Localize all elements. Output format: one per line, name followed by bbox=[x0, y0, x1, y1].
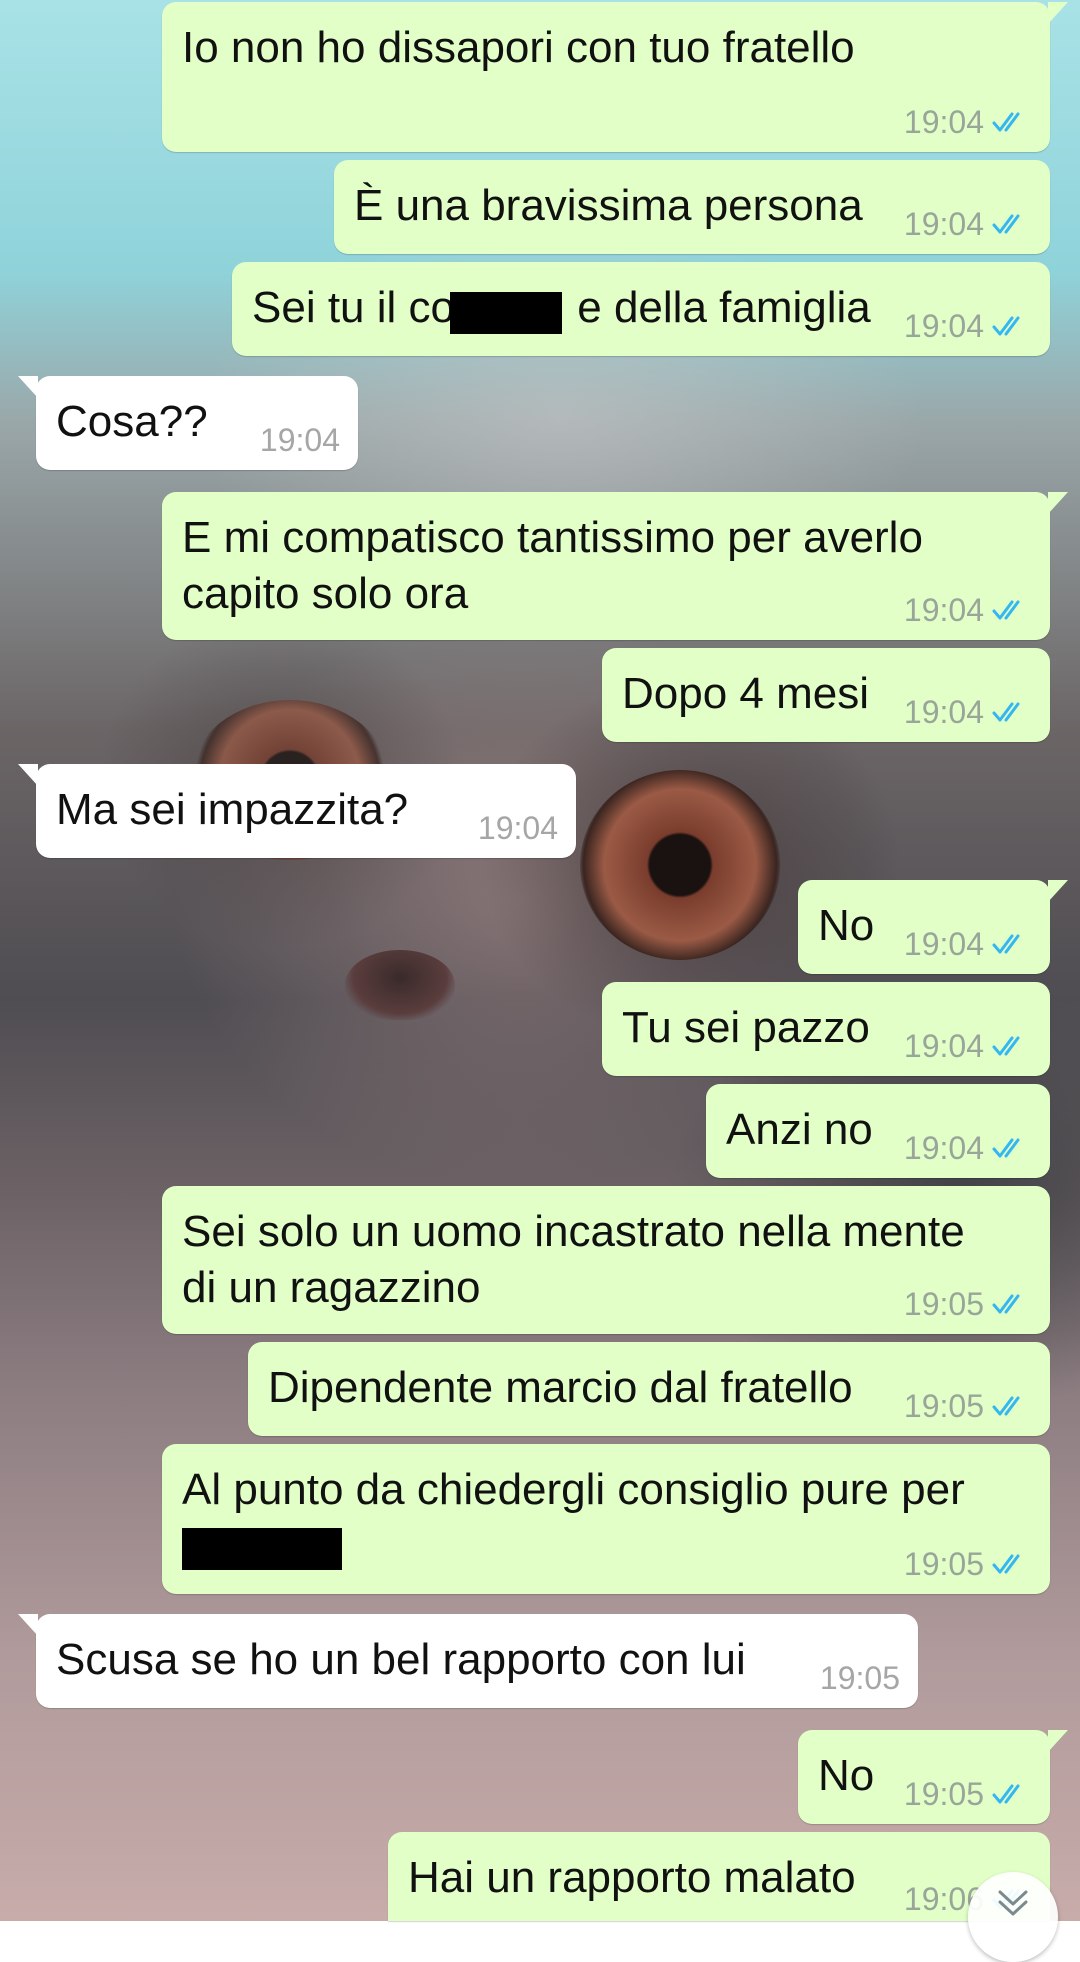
read-ticks-icon bbox=[992, 1138, 1020, 1158]
message-text: E mi compatisco tantissimo per averlo ca… bbox=[182, 513, 923, 618]
message-bubble-incoming[interactable]: Cosa?? 19:04 bbox=[18, 376, 358, 470]
message-meta: 19:04 bbox=[904, 102, 1032, 142]
message-meta: 19:04 bbox=[904, 590, 1032, 630]
message-meta: 19:04 bbox=[904, 306, 1032, 346]
message-text: Al punto da chiedergli consiglio pure pe… bbox=[182, 1465, 965, 1514]
message-time: 19:05 bbox=[903, 1546, 984, 1582]
message-time: 19:05 bbox=[819, 1660, 900, 1696]
bubble-tail bbox=[18, 376, 38, 398]
read-ticks-icon bbox=[992, 112, 1020, 132]
read-ticks-icon bbox=[992, 702, 1020, 722]
message-text: Ma sei impazzita? bbox=[56, 785, 409, 834]
message-meta: 19:05 bbox=[904, 1386, 1032, 1426]
message-bubble-incoming[interactable]: Ma sei impazzita? 19:04 bbox=[18, 764, 576, 858]
message-bubble-outgoing[interactable]: Al punto da chiedergli consiglio pure pe… bbox=[162, 1444, 1050, 1594]
redaction-bar bbox=[182, 1528, 342, 1570]
message-time: 19:05 bbox=[903, 1286, 984, 1322]
read-ticks-icon bbox=[992, 214, 1020, 234]
chat-conversation[interactable]: Io non ho dissapori con tuo fratello 19:… bbox=[0, 0, 1080, 1962]
message-bubble-outgoing[interactable]: No 19:04 bbox=[798, 880, 1068, 974]
message-time: 19:04 bbox=[903, 1028, 984, 1064]
message-time: 19:05 bbox=[903, 1776, 984, 1812]
message-time: 19:04 bbox=[903, 104, 984, 140]
read-ticks-icon bbox=[992, 316, 1020, 336]
read-ticks-icon bbox=[992, 1784, 1020, 1804]
message-text: Tu sei pazzo bbox=[622, 1003, 870, 1052]
message-meta: 19:04 bbox=[904, 924, 1032, 964]
bubble-tail bbox=[1048, 1730, 1068, 1752]
message-text: Scusa se ho un bel rapporto con lui bbox=[56, 1635, 746, 1684]
message-meta: 19:04 bbox=[478, 808, 558, 848]
bubble-tail bbox=[1048, 880, 1068, 902]
message-time: 19:04 bbox=[903, 1130, 984, 1166]
bubble-tail bbox=[1048, 492, 1068, 514]
message-meta: 19:04 bbox=[260, 420, 340, 460]
message-bubble-outgoing[interactable]: E mi compatisco tantissimo per averlo ca… bbox=[162, 492, 1068, 640]
message-bubble-outgoing[interactable]: È una bravissima persona 19:04 bbox=[334, 160, 1050, 254]
message-meta: 19:04 bbox=[904, 204, 1032, 244]
scroll-to-bottom-button[interactable] bbox=[968, 1872, 1058, 1962]
message-time: 19:05 bbox=[903, 1388, 984, 1424]
message-text: Anzi no bbox=[726, 1105, 873, 1154]
chevron-down-icon bbox=[998, 1890, 1028, 1916]
message-bubble-outgoing[interactable]: Sei tu il cog e della famiglia 19:04 bbox=[232, 262, 1050, 356]
message-meta: 19:05 bbox=[904, 1774, 1032, 1814]
message-bubble-outgoing[interactable]: Sei solo un uomo incastrato nella mente … bbox=[162, 1186, 1050, 1334]
message-meta: 19:04 bbox=[904, 1128, 1032, 1168]
message-meta: 19:05 bbox=[820, 1658, 900, 1698]
message-text: Sei solo un uomo incastrato nella mente … bbox=[182, 1207, 965, 1312]
read-ticks-icon bbox=[992, 1396, 1020, 1416]
message-bubble-outgoing[interactable]: No 19:05 bbox=[798, 1730, 1068, 1824]
message-text: Cosa?? bbox=[56, 397, 208, 446]
message-text: Dopo 4 mesi bbox=[622, 669, 870, 718]
read-ticks-icon bbox=[992, 1294, 1020, 1314]
message-time: 19:04 bbox=[477, 810, 558, 846]
message-time: 19:04 bbox=[903, 592, 984, 628]
message-time: 19:04 bbox=[903, 308, 984, 344]
bubble-tail bbox=[18, 1614, 38, 1636]
read-ticks-icon bbox=[992, 1036, 1020, 1056]
message-time: 19:04 bbox=[259, 422, 340, 458]
message-text: Dipendente marcio dal fratello bbox=[268, 1363, 853, 1412]
message-meta: 19:04 bbox=[904, 692, 1032, 732]
message-time: 19:04 bbox=[903, 206, 984, 242]
message-bubble-outgoing[interactable]: Dopo 4 mesi 19:04 bbox=[602, 648, 1050, 742]
read-ticks-icon bbox=[992, 600, 1020, 620]
message-text: Io non ho dissapori con tuo fratello bbox=[182, 23, 855, 72]
message-time: 19:04 bbox=[903, 926, 984, 962]
message-text: Hai un rapporto malato bbox=[408, 1853, 856, 1902]
read-ticks-icon bbox=[992, 934, 1020, 954]
message-bubble-outgoing[interactable]: Tu sei pazzo 19:04 bbox=[602, 982, 1050, 1076]
message-bubble-outgoing[interactable]: Io non ho dissapori con tuo fratello 19:… bbox=[162, 2, 1068, 152]
message-bubble-outgoing[interactable]: Hai un rapporto malato 19:06 bbox=[388, 1832, 1050, 1921]
message-meta: 19:05 bbox=[904, 1284, 1032, 1324]
redaction-bar bbox=[450, 292, 562, 334]
message-time: 19:04 bbox=[903, 694, 984, 730]
message-text: No bbox=[818, 901, 875, 950]
bubble-tail bbox=[1048, 2, 1068, 24]
read-ticks-icon bbox=[992, 1554, 1020, 1574]
message-bubble-outgoing[interactable]: Dipendente marcio dal fratello 19:05 bbox=[248, 1342, 1050, 1436]
message-bubble-incoming[interactable]: Scusa se ho un bel rapporto con lui 19:0… bbox=[18, 1614, 918, 1708]
bubble-tail bbox=[18, 764, 38, 786]
message-text: È una bravissima persona bbox=[354, 181, 863, 230]
message-meta: 19:04 bbox=[904, 1026, 1032, 1066]
message-meta: 19:05 bbox=[904, 1544, 1032, 1584]
message-bubble-outgoing[interactable]: Anzi no 19:04 bbox=[706, 1084, 1050, 1178]
message-text: No bbox=[818, 1751, 875, 1800]
